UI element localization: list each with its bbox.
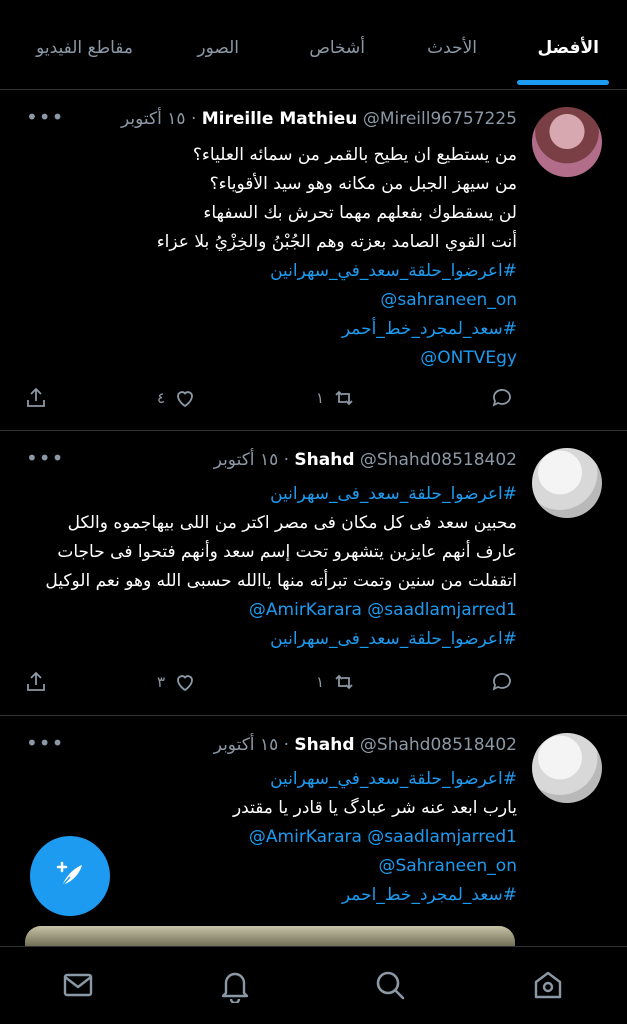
retweet-count: ١ bbox=[316, 673, 325, 691]
tweet-header: Mireille Mathieu @Mireill96757225 · ١٥ أ… bbox=[121, 109, 517, 129]
tweet-line: محبين سعد فى كل مكان فى مصر اكتر من اللى… bbox=[67, 513, 517, 533]
tab-videos[interactable]: مقاطع الفيديو bbox=[36, 38, 133, 58]
home-icon[interactable] bbox=[530, 967, 566, 1003]
tweet-line: لن يسقطوك بفعلهم مهما تحرش بك السفهاء bbox=[203, 203, 517, 223]
share-button[interactable] bbox=[24, 670, 48, 694]
tab-top[interactable]: الأفضل bbox=[537, 38, 599, 58]
tweet-line: يارب ابعد عنه شر عبادگ يا قادر يا مقتدر bbox=[232, 798, 517, 818]
share-icon bbox=[27, 387, 45, 407]
more-icon[interactable]: ••• bbox=[26, 731, 64, 755]
hashtag-link[interactable]: #اعرضوا_حلقة_سعد_فى_سهرانين bbox=[27, 480, 517, 509]
avatar[interactable] bbox=[532, 448, 602, 518]
mention-link[interactable]: @AmirKarara @saadlamjarred1 bbox=[27, 823, 517, 852]
retweet-count: ١ bbox=[316, 389, 325, 407]
tweet-line: اتقفلت من سنين وتمت تبرأته منها ياالله ح… bbox=[45, 571, 517, 591]
retweet-button[interactable]: ١ bbox=[316, 386, 356, 410]
tab-photos[interactable]: الصور bbox=[197, 38, 239, 58]
tab-latest[interactable]: الأحدث bbox=[427, 38, 477, 58]
tweet-date[interactable]: ١٥ أكتوبر bbox=[214, 735, 279, 755]
messages-icon[interactable] bbox=[60, 967, 96, 1003]
active-tab-indicator bbox=[517, 80, 609, 85]
retweet-icon bbox=[335, 390, 353, 406]
separator: · bbox=[190, 109, 197, 129]
hashtag-link[interactable]: #اعرضوا_حلقة_سعد_في_سهرانين bbox=[27, 765, 517, 794]
author-name[interactable]: Shahd bbox=[294, 735, 354, 755]
tweet-line: أنت القوي الصامد بعزته وهم الجُبْنُ والخ… bbox=[156, 232, 517, 252]
hashtag-link[interactable]: #سعد_لمجرد_خط_أحمر bbox=[27, 315, 517, 344]
tweet-header: Shahd @Shahd08518402 · ١٥ أكتوبر bbox=[214, 735, 517, 755]
retweet-icon bbox=[335, 674, 353, 690]
mention-link[interactable]: @sahraneen_on bbox=[27, 286, 517, 315]
compose-button[interactable] bbox=[30, 836, 110, 916]
tweet-text: #اعرضوا_حلقة_سعد_فى_سهرانين محبين سعد فى… bbox=[27, 480, 517, 654]
tweet-header: Shahd @Shahd08518402 · ١٥ أكتوبر bbox=[214, 450, 517, 470]
separator: · bbox=[283, 735, 290, 755]
hashtag-link[interactable]: #اعرضوا_حلقة_سعد_فى_سهرانين bbox=[27, 625, 517, 654]
like-button[interactable]: ٤ bbox=[157, 386, 197, 410]
heart-icon bbox=[177, 675, 193, 692]
search-icon[interactable] bbox=[372, 967, 408, 1003]
avatar[interactable] bbox=[532, 733, 602, 803]
share-icon bbox=[27, 671, 45, 691]
tweet[interactable]: Mireille Mathieu @Mireill96757225 · ١٥ أ… bbox=[0, 91, 627, 431]
notifications-icon[interactable] bbox=[217, 967, 253, 1005]
tweet-line: عارف أنهم عايزين يتشهرو تحت إسم سعد وأنه… bbox=[57, 542, 517, 562]
search-tabs: الأفضل الأحدث أشخاص الصور مقاطع الفيديو bbox=[0, 0, 627, 90]
tweet-text: من يستطيع ان يطيح بالقمر من سمائه العليا… bbox=[27, 141, 517, 373]
tweet-actions: ٣ ١ bbox=[0, 670, 627, 700]
hashtag-link[interactable]: #اعرضوا_حلقة_سعد_في_سهرانين bbox=[27, 257, 517, 286]
author-handle[interactable]: @Mireill96757225 bbox=[363, 109, 517, 129]
more-icon[interactable]: ••• bbox=[26, 446, 64, 470]
tweet-line: من سيهز الجبل من مكانه وهو سيد الأقوياء؟ bbox=[209, 174, 517, 194]
reply-icon bbox=[492, 389, 511, 407]
reply-button[interactable] bbox=[490, 386, 514, 410]
author-handle[interactable]: @Shahd08518402 bbox=[360, 735, 517, 755]
author-name[interactable]: Shahd bbox=[294, 450, 354, 470]
tweet-date[interactable]: ١٥ أكتوبر bbox=[214, 450, 279, 470]
tweet-date[interactable]: ١٥ أكتوبر bbox=[121, 109, 186, 129]
tweet[interactable]: Shahd @Shahd08518402 · ١٥ أكتوبر ••• #اع… bbox=[0, 717, 627, 947]
mention-link[interactable]: @ONTVEgy bbox=[27, 344, 517, 373]
share-button[interactable] bbox=[24, 386, 48, 410]
like-count: ٣ bbox=[157, 673, 166, 691]
more-icon[interactable]: ••• bbox=[26, 105, 64, 129]
mention-link[interactable]: @AmirKarara @saadlamjarred1 bbox=[27, 596, 517, 625]
reply-icon bbox=[492, 673, 511, 691]
tweet-media[interactable] bbox=[25, 926, 515, 948]
like-button[interactable]: ٣ bbox=[157, 670, 197, 694]
tweet-actions: ٤ ١ bbox=[0, 386, 627, 416]
tab-people[interactable]: أشخاص bbox=[309, 38, 365, 58]
heart-icon bbox=[177, 391, 193, 408]
like-count: ٤ bbox=[157, 389, 166, 407]
compose-icon bbox=[56, 861, 82, 887]
tweet-line: من يستطيع ان يطيح بالقمر من سمائه العليا… bbox=[192, 145, 517, 165]
author-name[interactable]: Mireille Mathieu bbox=[202, 109, 358, 129]
retweet-button[interactable]: ١ bbox=[316, 670, 356, 694]
avatar[interactable] bbox=[532, 107, 602, 177]
reply-button[interactable] bbox=[490, 670, 514, 694]
bottom-navigation bbox=[0, 946, 627, 1024]
tweet[interactable]: Shahd @Shahd08518402 · ١٥ أكتوبر ••• #اع… bbox=[0, 432, 627, 716]
separator: · bbox=[283, 450, 290, 470]
author-handle[interactable]: @Shahd08518402 bbox=[360, 450, 517, 470]
